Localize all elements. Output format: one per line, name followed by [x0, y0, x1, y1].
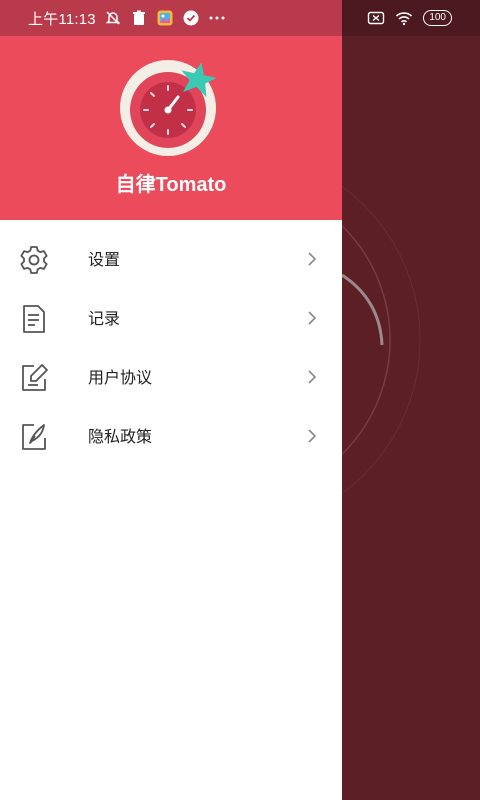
- status-right: 100: [367, 0, 452, 36]
- menu-item-privacy-policy[interactable]: 隐私政策: [0, 407, 342, 466]
- chevron-right-icon: [308, 252, 317, 266]
- menu-item-settings[interactable]: 设置: [0, 230, 342, 289]
- tomato-timer-logo: [120, 60, 217, 156]
- check-circle-icon: [183, 10, 199, 26]
- app-name: 自律Tomato: [115, 174, 227, 196]
- more-icon: [209, 16, 225, 20]
- chevron-right-icon: [308, 311, 317, 325]
- menu-label-privacy-policy: 隐私政策: [88, 427, 153, 446]
- screen: 自律Tomato 设置 记录 用户协议 隐私政策 上午11:13 100: [0, 0, 480, 800]
- sim-x-icon: [368, 11, 385, 25]
- chevron-right-icon: [308, 370, 317, 384]
- chevron-right-icon: [308, 429, 317, 443]
- status-bar: 上午11:13 100: [0, 0, 480, 36]
- menu-label-records: 记录: [88, 309, 121, 328]
- status-time: 上午11:13: [28, 10, 96, 28]
- drawer-menu: 设置 记录 用户协议 隐私政策: [0, 230, 342, 466]
- gallery-icon: [157, 10, 173, 26]
- gear-icon: [20, 246, 48, 274]
- edit-document-icon: [22, 364, 48, 391]
- battery-icon: 100: [423, 10, 452, 26]
- document-icon: [23, 305, 45, 333]
- menu-label-settings: 设置: [88, 250, 121, 269]
- bell-off-icon: [105, 11, 121, 25]
- menu-item-records[interactable]: 记录: [0, 289, 342, 348]
- trash-icon: [132, 10, 145, 25]
- menu-item-user-agreement[interactable]: 用户协议: [0, 348, 342, 407]
- status-left: 上午11:13: [28, 0, 226, 36]
- pen-document-icon: [22, 424, 46, 450]
- menu-label-user-agreement: 用户协议: [88, 368, 153, 387]
- wifi-icon: [396, 12, 413, 26]
- navigation-drawer: 自律Tomato 设置 记录 用户协议 隐私政策: [0, 0, 342, 800]
